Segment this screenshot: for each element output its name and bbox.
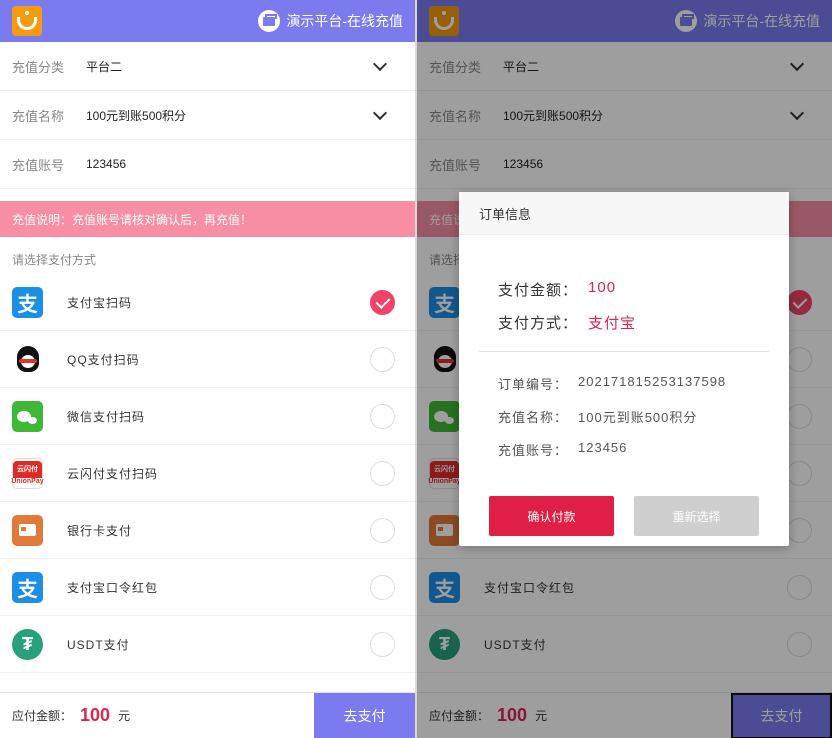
radio[interactable] — [370, 460, 395, 486]
radio-checked[interactable] — [370, 289, 395, 315]
account-line-value: 123456 — [578, 440, 628, 455]
due-label: 应付金额： — [12, 709, 73, 723]
unionpay-icon: 云闪付 UnionPay — [11, 457, 44, 489]
category-value: 平台二 — [86, 59, 123, 74]
method-alipay-scan[interactable]: 支 支付宝扫码 — [0, 274, 415, 331]
methods-title: 请选择支付方式 — [12, 253, 97, 267]
method-unionpay-scan[interactable]: 云闪付 UnionPay 云闪付支付扫码 — [0, 445, 415, 502]
brand: 演示平台-在线充值 — [258, 10, 403, 32]
due-unit: 元 — [118, 709, 131, 723]
usdt-icon: ₮ — [12, 628, 43, 660]
method-label: USDT支付 — [67, 637, 130, 652]
product-name-value: 100元到账500积分 — [578, 410, 698, 425]
category-label: 充值分类 — [12, 59, 65, 75]
chevron-down-icon — [372, 105, 388, 121]
wechat-icon — [12, 400, 43, 432]
reselect-button[interactable]: 重新选择 — [634, 496, 759, 536]
radio[interactable] — [370, 517, 395, 543]
account-label: 充值账号 — [12, 157, 65, 173]
divider — [479, 351, 769, 352]
product-value: 100元到账500积分 — [86, 108, 187, 123]
method-label: 支付宝口令红包 — [67, 580, 159, 595]
store-icon — [258, 10, 281, 32]
radio[interactable] — [370, 346, 395, 372]
qq-icon — [12, 344, 43, 375]
logo-icon — [12, 6, 42, 36]
order-number-line: 订单编号： 202171815253137598 — [498, 374, 769, 393]
account-line-label: 充值账号： — [498, 443, 569, 458]
pay-method-value: 支付宝 — [588, 315, 637, 332]
confirm-payment-button[interactable]: 确认付款 — [489, 496, 614, 536]
recharge-page-left: 演示平台-在线充值 充值分类 平台二 充值名称 100元到账500积分 充值账号… — [0, 0, 415, 738]
pay-method-label: 支付方式： — [498, 315, 579, 332]
pay-footer: 应付金额： 100 元 去支付 — [0, 692, 415, 738]
bank-card-icon — [12, 514, 43, 546]
pay-amount-value: 100 — [588, 279, 617, 296]
product-label: 充值名称 — [12, 108, 65, 124]
due-amount: 100 — [80, 705, 111, 725]
dialog-buttons: 确认付款 重新选择 — [459, 496, 789, 536]
dialog-body: 支付金额： 100 支付方式： 支付宝 订单编号： 20217181525313… — [459, 235, 789, 459]
pay-method-line: 支付方式： 支付宝 — [498, 312, 769, 333]
go-pay-button[interactable]: 去支付 — [314, 692, 415, 738]
account-line: 充值账号： 123456 — [498, 440, 769, 459]
method-label: 微信支付扫码 — [67, 409, 146, 424]
radio[interactable] — [370, 574, 395, 600]
radio[interactable] — [370, 403, 395, 429]
page-title: 演示平台-在线充值 — [286, 13, 403, 29]
method-usdt[interactable]: ₮ USDT支付 — [0, 616, 415, 673]
chevron-down-icon — [372, 56, 388, 72]
order-info-dialog: 订单信息 支付金额： 100 支付方式： 支付宝 订单编号： 202171815… — [459, 192, 789, 546]
method-bank-card[interactable]: 银行卡支付 — [0, 502, 415, 559]
method-label: 云闪付支付扫码 — [67, 466, 159, 481]
recharge-notice: 充值说明：充值账号请核对确认后，再充值！ — [0, 201, 415, 237]
method-qq-scan[interactable]: QQ支付扫码 — [0, 331, 415, 388]
pay-amount-label: 支付金额： — [498, 282, 579, 299]
app-header: 演示平台-在线充值 — [0, 0, 415, 42]
amount-due: 应付金额： 100 元 — [0, 705, 314, 726]
order-number-value: 202171815253137598 — [578, 374, 727, 389]
account-value[interactable]: 123456 — [86, 157, 403, 171]
method-label: 支付宝扫码 — [67, 295, 133, 310]
account-field[interactable]: 充值账号 123456 — [0, 140, 415, 189]
method-alipay-redpacket[interactable]: 支 支付宝口令红包 — [0, 559, 415, 616]
dialog-title: 订单信息 — [459, 192, 789, 235]
alipay-icon: 支 — [12, 571, 43, 603]
alipay-icon: 支 — [12, 286, 43, 318]
pay-amount-line: 支付金额： 100 — [498, 279, 769, 300]
product-name-label: 充值名称： — [498, 410, 569, 425]
radio[interactable] — [370, 631, 395, 657]
method-label: QQ支付扫码 — [67, 352, 140, 367]
product-select[interactable]: 充值名称 100元到账500积分 — [0, 91, 415, 140]
category-select[interactable]: 充值分类 平台二 — [0, 42, 415, 91]
order-number-label: 订单编号： — [498, 377, 569, 392]
method-wechat-scan[interactable]: 微信支付扫码 — [0, 388, 415, 445]
product-name-line: 充值名称： 100元到账500积分 — [498, 407, 769, 426]
method-label: 银行卡支付 — [67, 523, 133, 538]
